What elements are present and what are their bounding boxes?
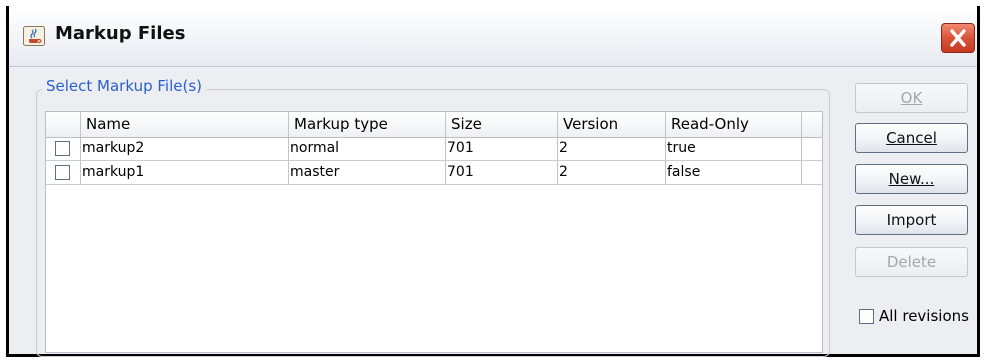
window-title: Markup Files xyxy=(55,23,186,44)
cell-read-only: true xyxy=(666,137,802,160)
row-select-cell xyxy=(46,137,81,160)
header-spacer xyxy=(802,112,822,137)
row-select-cell xyxy=(46,161,81,184)
cell-markup-type: master xyxy=(289,161,446,184)
dialog-content: Select Markup File(s) Name Markup type S… xyxy=(9,67,977,357)
table-row[interactable]: markup1 master 701 2 false xyxy=(46,161,822,185)
all-revisions-label: All revisions xyxy=(879,307,969,325)
ok-button[interactable]: OK xyxy=(855,83,968,113)
close-icon xyxy=(950,29,966,47)
header-version[interactable]: Version xyxy=(558,112,666,137)
header-read-only[interactable]: Read-Only xyxy=(666,112,802,137)
ok-button-label: OK xyxy=(900,89,923,107)
all-revisions-checkbox[interactable] xyxy=(859,309,874,324)
cancel-button-label: Cancel xyxy=(886,129,937,147)
markup-files-table: Name Markup type Size Version Read-Only … xyxy=(45,111,823,353)
markup-files-dialog: Markup Files Select Markup File(s) Name … xyxy=(6,6,980,357)
cancel-button[interactable]: Cancel xyxy=(855,123,968,153)
cell-markup-type: normal xyxy=(289,137,446,160)
new-button-label: New... xyxy=(888,170,935,188)
cell-size: 701 xyxy=(446,161,558,184)
cell-version: 2 xyxy=(558,137,666,160)
delete-button-label: Delete xyxy=(886,253,937,271)
table-header: Name Markup type Size Version Read-Only xyxy=(46,112,822,138)
cell-size: 701 xyxy=(446,137,558,160)
row-checkbox[interactable] xyxy=(55,165,70,180)
import-button[interactable]: Import xyxy=(855,205,968,235)
cell-read-only: false xyxy=(666,161,802,184)
header-markup-type[interactable]: Markup type xyxy=(289,112,446,137)
close-button[interactable] xyxy=(941,23,975,53)
header-size[interactable]: Size xyxy=(446,112,558,137)
cell-name: markup1 xyxy=(81,161,289,184)
row-checkbox[interactable] xyxy=(55,141,70,156)
java-app-icon xyxy=(23,26,45,46)
table-row[interactable]: markup2 normal 701 2 true xyxy=(46,137,822,161)
delete-button[interactable]: Delete xyxy=(855,247,968,277)
header-select-column xyxy=(46,112,81,137)
cell-name: markup2 xyxy=(81,137,289,160)
import-button-label: Import xyxy=(886,211,937,229)
new-button[interactable]: New... xyxy=(855,164,968,194)
title-bar[interactable]: Markup Files xyxy=(9,6,977,67)
cell-version: 2 xyxy=(558,161,666,184)
group-label: Select Markup File(s) xyxy=(42,77,206,95)
header-name[interactable]: Name xyxy=(81,112,289,137)
